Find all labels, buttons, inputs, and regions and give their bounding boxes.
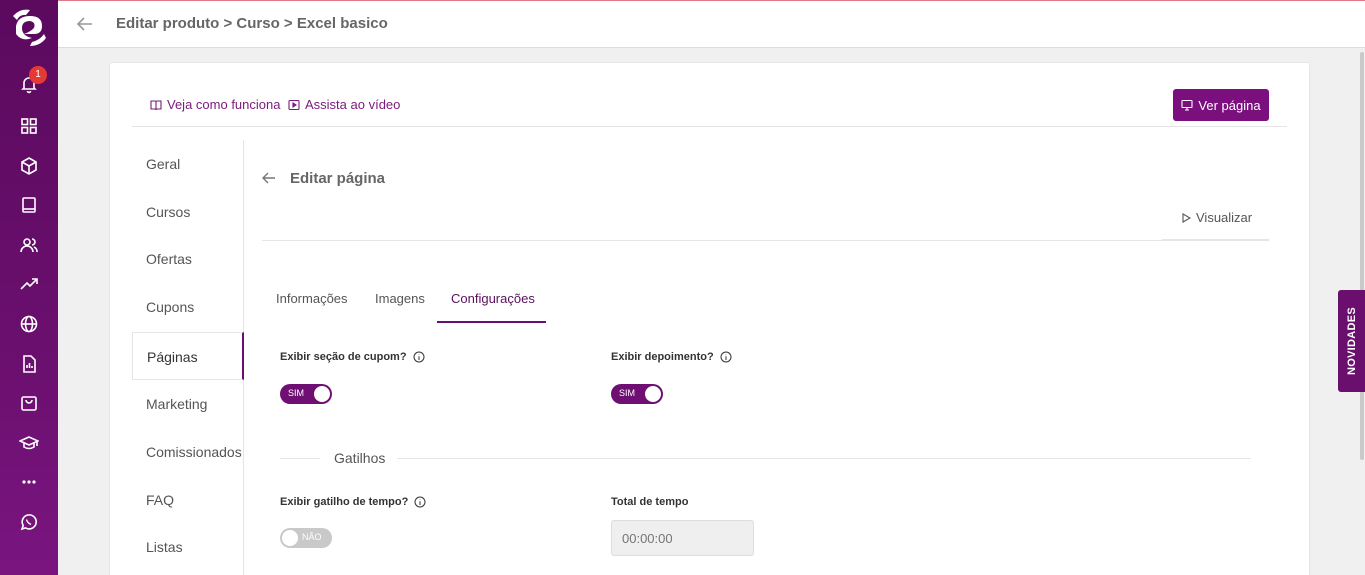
more-dots-icon[interactable] <box>19 472 39 492</box>
info-icon[interactable] <box>414 496 426 508</box>
section-divider <box>397 458 1251 459</box>
how-it-works-link[interactable]: Veja como funciona <box>150 97 280 112</box>
subnav-item-cupons[interactable]: Cupons <box>132 283 244 331</box>
view-page-button[interactable]: Ver página <box>1173 89 1269 121</box>
divider <box>262 240 1269 241</box>
subnav-item-comissionados[interactable]: Comissionados <box>132 428 244 476</box>
page-title: Editar página <box>290 170 386 187</box>
brand-logo[interactable] <box>10 6 48 46</box>
time-trigger-toggle[interactable]: NÃO <box>280 528 332 548</box>
tab-configuracoes[interactable]: Configurações <box>451 291 535 306</box>
subnav-item-paginas[interactable]: Páginas <box>132 332 244 380</box>
subnav-item-listas[interactable]: Listas <box>132 523 244 571</box>
book-icon[interactable] <box>19 195 39 215</box>
subnav-item-faq[interactable]: FAQ <box>132 476 244 524</box>
divider <box>132 126 1287 127</box>
novidades-tab[interactable]: NOVIDADES <box>1338 290 1365 392</box>
subnav-item-geral[interactable]: Geral <box>132 140 244 188</box>
watch-video-label: Assista ao vídeo <box>305 97 401 112</box>
section-divider <box>280 458 320 459</box>
trending-up-icon[interactable] <box>19 274 39 294</box>
testimonial-toggle[interactable]: SIM <box>611 384 663 404</box>
toggle-knob <box>314 386 330 402</box>
preview-label: Visualizar <box>1196 210 1253 225</box>
toggle-label: NÃO <box>302 532 322 542</box>
subnav-item-ofertas[interactable]: Ofertas <box>132 235 244 283</box>
breadcrumb: Editar produto > Curso > Excel basico <box>116 15 388 32</box>
toggle-label: SIM <box>619 388 636 398</box>
view-page-label: Ver página <box>1198 97 1261 113</box>
triggers-section-title: Gatilhos <box>334 450 386 466</box>
toggle-knob <box>645 386 661 402</box>
shopping-bag-icon[interactable] <box>19 393 39 413</box>
time-trigger-label-text: Exibir gatilho de tempo? <box>280 496 409 508</box>
graduation-cap-icon[interactable] <box>19 433 39 453</box>
subnav-item-cursos[interactable]: Cursos <box>132 188 244 236</box>
total-time-label-text: Total de tempo <box>611 496 689 508</box>
how-it-works-label: Veja como funciona <box>167 97 281 112</box>
coupon-toggle[interactable]: SIM <box>280 384 332 404</box>
tab-informacoes[interactable]: Informações <box>276 291 348 306</box>
toggle-knob <box>282 530 298 546</box>
info-icon[interactable] <box>720 351 732 363</box>
total-time-input[interactable] <box>611 520 754 556</box>
divider <box>1162 239 1269 241</box>
info-icon[interactable] <box>413 351 425 363</box>
sidebar-rail: 1 <box>0 0 58 575</box>
notification-badge: 1 <box>29 66 47 84</box>
users-icon[interactable] <box>19 235 39 255</box>
box-icon[interactable] <box>19 156 39 176</box>
novidades-label: NOVIDADES <box>1345 306 1358 376</box>
product-subnav: Geral Cursos Ofertas Cupons Páginas Mark… <box>132 140 244 575</box>
back-arrow-icon[interactable] <box>262 171 276 185</box>
testimonial-setting-label: Exibir depoimento? <box>611 351 732 363</box>
play-icon <box>1182 212 1191 223</box>
preview-button[interactable]: Visualizar <box>1181 210 1252 225</box>
top-bar: Editar produto > Curso > Excel basico <box>58 0 1365 48</box>
report-icon[interactable] <box>19 354 39 374</box>
toggle-label: SIM <box>288 388 305 398</box>
subnav-item-marketing[interactable]: Marketing <box>132 380 244 428</box>
testimonial-label-text: Exibir depoimento? <box>611 351 714 363</box>
monitor-icon <box>1181 99 1193 111</box>
coupon-setting-label: Exibir seção de cupom? <box>280 351 425 363</box>
total-time-label: Total de tempo <box>611 496 688 508</box>
whatsapp-icon[interactable] <box>19 512 39 532</box>
open-book-icon <box>150 99 162 110</box>
dashboard-grid-icon[interactable] <box>19 116 39 136</box>
tab-imagens[interactable]: Imagens <box>375 291 425 306</box>
play-box-icon <box>288 99 300 110</box>
watch-video-link[interactable]: Assista ao vídeo <box>288 97 400 112</box>
globe-icon[interactable] <box>19 314 39 334</box>
active-tab-indicator <box>437 321 546 323</box>
back-arrow-icon[interactable] <box>75 14 95 34</box>
page-scrollbar[interactable] <box>1360 52 1364 460</box>
time-trigger-setting-label: Exibir gatilho de tempo? <box>280 496 426 508</box>
coupon-label-text: Exibir seção de cupom? <box>280 351 407 363</box>
